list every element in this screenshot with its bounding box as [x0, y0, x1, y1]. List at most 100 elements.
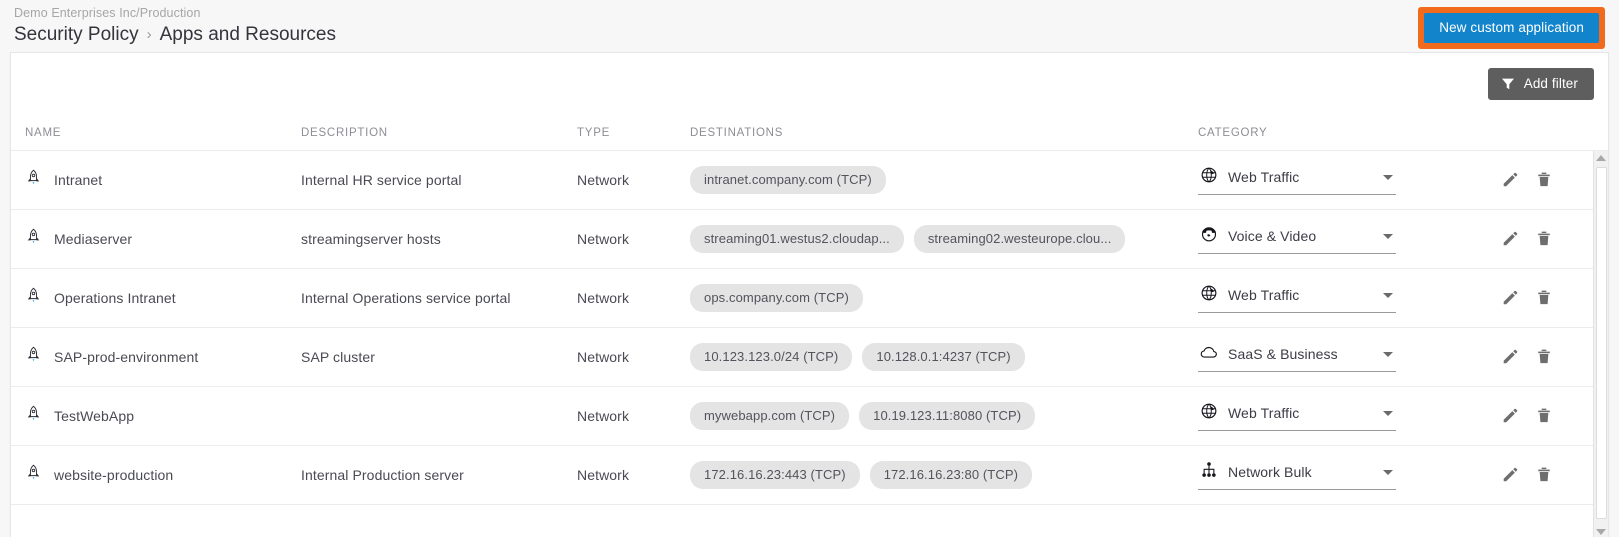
table-row[interactable]: Mediaserver streamingserver hosts Network s…	[11, 210, 1608, 269]
delete-icon[interactable]	[1535, 348, 1553, 366]
add-filter-button[interactable]: Add filter	[1487, 68, 1594, 100]
destination-chip[interactable]: 172.16.16.23:443 (TCP)	[690, 461, 860, 489]
chevron-down-icon[interactable]	[1383, 351, 1393, 357]
chevron-right-icon: ›	[146, 26, 152, 43]
app-name-link[interactable]: SAP-prod-environment	[54, 349, 198, 365]
edit-icon[interactable]	[1501, 171, 1519, 189]
cell-description: Internal Production server	[301, 467, 464, 483]
globe-icon	[1200, 166, 1218, 189]
cell-category: Network Bulk	[1198, 461, 1473, 490]
app-name-link[interactable]: Operations Intranet	[54, 290, 176, 306]
category-dropdown[interactable]: Network Bulk	[1198, 461, 1396, 490]
edit-icon[interactable]	[1501, 348, 1519, 366]
rocket-icon	[25, 227, 42, 251]
page-title: Apps and Resources	[159, 24, 336, 45]
delete-icon[interactable]	[1535, 289, 1553, 307]
cell-actions	[1473, 407, 1573, 425]
category-dropdown[interactable]: Web Traffic	[1198, 166, 1396, 195]
cloud-icon	[1200, 343, 1218, 366]
apps-and-resources-card: Add filter NAME DESCRIPTION TYPE DESTINA…	[10, 52, 1609, 537]
cell-type: Network	[577, 349, 630, 365]
chevron-down-icon[interactable]	[1383, 174, 1393, 180]
column-header-category[interactable]: CATEGORY	[1198, 127, 1473, 139]
column-header-type[interactable]: TYPE	[577, 127, 690, 139]
category-dropdown[interactable]: Voice & Video	[1198, 225, 1396, 254]
cell-category: Web Traffic	[1198, 402, 1473, 431]
phone-icon	[1200, 225, 1218, 248]
scrollbar-thumb[interactable]	[1595, 167, 1607, 519]
cell-destinations: intranet.company.com (TCP)	[690, 166, 1198, 194]
cell-destinations: 10.123.123.0/24 (TCP) 10.128.0.1:4237 (TC…	[690, 343, 1198, 371]
category-selected-value: Web Traffic	[1228, 405, 1300, 421]
category-selected-value: Network Bulk	[1228, 464, 1312, 480]
rocket-icon	[25, 463, 42, 487]
category-dropdown[interactable]: Web Traffic	[1198, 284, 1396, 313]
sitemap-icon	[1200, 461, 1218, 484]
table-row[interactable]: Operations Intranet Internal Operations s…	[11, 269, 1608, 328]
destination-chip[interactable]: streaming01.westus2.cloudap...	[690, 225, 904, 253]
app-name-link[interactable]: TestWebApp	[54, 408, 134, 424]
chevron-down-icon[interactable]	[1383, 469, 1393, 475]
destination-chip[interactable]: 172.16.16.23:80 (TCP)	[869, 461, 1033, 489]
breadcrumb-item-security-policy[interactable]: Security Policy	[14, 23, 139, 47]
scroll-down-arrow-icon[interactable]	[1596, 529, 1606, 535]
table-row[interactable]: website-production Internal Production se…	[11, 446, 1608, 505]
cell-actions	[1473, 466, 1573, 484]
destination-chip[interactable]: 10.19.123.11:8080 (TCP)	[859, 402, 1036, 430]
column-header-name[interactable]: NAME	[25, 127, 301, 139]
cell-name: Operations Intranet	[25, 286, 301, 310]
globe-icon	[1200, 402, 1218, 425]
cell-type: Network	[577, 290, 630, 306]
edit-icon[interactable]	[1501, 407, 1519, 425]
table-row[interactable]: TestWebApp Network mywebapp.com (TCP) 10.19…	[11, 387, 1608, 446]
delete-icon[interactable]	[1535, 407, 1553, 425]
column-header-destinations[interactable]: DESTINATIONS	[690, 127, 1198, 139]
chevron-down-icon[interactable]	[1383, 233, 1393, 239]
cell-name: Mediaserver	[25, 227, 301, 251]
category-dropdown[interactable]: SaaS & Business	[1198, 343, 1396, 372]
cell-name: website-production	[25, 463, 301, 487]
destination-chip[interactable]: mywebapp.com (TCP)	[690, 402, 850, 430]
org-breadcrumb: Demo Enterprises Inc/Production	[14, 6, 201, 20]
table-scrollbar[interactable]	[1593, 151, 1608, 537]
edit-icon[interactable]	[1501, 289, 1519, 307]
chevron-down-icon[interactable]	[1383, 292, 1393, 298]
table-body: Intranet Internal HR service portal Networ…	[11, 151, 1608, 537]
table-row[interactable]: Intranet Internal HR service portal Networ…	[11, 151, 1608, 210]
cell-description: streamingserver hosts	[301, 231, 441, 247]
delete-icon[interactable]	[1535, 171, 1553, 189]
app-name-link[interactable]: Mediaserver	[54, 231, 132, 247]
cell-category: SaaS & Business	[1198, 343, 1473, 372]
delete-icon[interactable]	[1535, 230, 1553, 248]
cell-category: Voice & Video	[1198, 225, 1473, 254]
edit-icon[interactable]	[1501, 230, 1519, 248]
destination-chip[interactable]: 10.128.0.1:4237 (TCP)	[862, 343, 1025, 371]
table-toolbar: Add filter	[11, 53, 1608, 115]
page-header: Demo Enterprises Inc/Production Security…	[0, 0, 1619, 52]
cell-actions	[1473, 171, 1573, 189]
table-row[interactable]: SAP-prod-environment SAP cluster Network 10…	[11, 328, 1608, 387]
destination-chip[interactable]: ops.company.com (TCP)	[690, 284, 863, 312]
column-header-description[interactable]: DESCRIPTION	[301, 127, 577, 139]
category-selected-value: Web Traffic	[1228, 287, 1300, 303]
cell-actions	[1473, 289, 1573, 307]
new-custom-application-button[interactable]: New custom application	[1424, 13, 1599, 43]
table-header-row: NAME DESCRIPTION TYPE DESTINATIONS CATEG…	[11, 115, 1608, 151]
destination-chip[interactable]: streaming02.westeurope.clou...	[913, 225, 1126, 253]
breadcrumb: Security Policy › Apps and Resources	[14, 23, 1605, 48]
cell-category: Web Traffic	[1198, 166, 1473, 195]
destination-chip[interactable]: intranet.company.com (TCP)	[690, 166, 886, 194]
category-dropdown[interactable]: Web Traffic	[1198, 402, 1396, 431]
rocket-icon	[25, 404, 42, 428]
category-selected-value: Web Traffic	[1228, 169, 1300, 185]
category-selected-value: SaaS & Business	[1228, 346, 1338, 362]
app-name-link[interactable]: Intranet	[54, 172, 102, 188]
add-filter-label: Add filter	[1523, 76, 1578, 91]
scroll-up-arrow-icon[interactable]	[1596, 155, 1606, 161]
chevron-down-icon[interactable]	[1383, 410, 1393, 416]
edit-icon[interactable]	[1501, 466, 1519, 484]
cell-name: Intranet	[25, 168, 301, 192]
app-name-link[interactable]: website-production	[54, 467, 173, 483]
destination-chip[interactable]: 10.123.123.0/24 (TCP)	[690, 343, 853, 371]
delete-icon[interactable]	[1535, 466, 1553, 484]
